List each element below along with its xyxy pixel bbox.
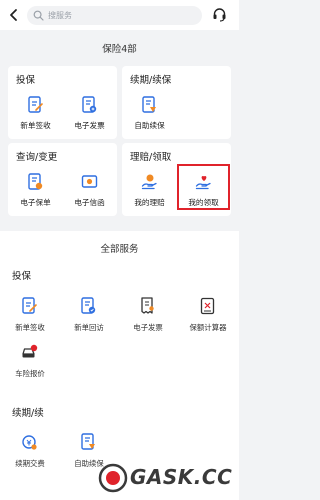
section-renew-title: 续期/续 xyxy=(12,408,44,419)
service-label: 自助续保 xyxy=(134,121,165,130)
renewal-document-icon xyxy=(142,96,156,113)
calculator-icon xyxy=(200,297,215,315)
e-policy-icon xyxy=(28,173,43,190)
invoice-icon xyxy=(82,96,97,113)
section-divider xyxy=(0,228,239,231)
service-label: 车险报价 xyxy=(15,369,45,378)
search-input[interactable]: 搜服务 xyxy=(27,6,202,25)
card-query: 查询/变更 电子保单 电子信函 xyxy=(8,143,117,216)
claim-hand-coin-icon xyxy=(141,174,157,190)
service-my-claims[interactable]: 我的理赔 xyxy=(122,173,177,213)
card-renew: 续期/续保 自助续保 xyxy=(122,66,231,139)
service-e-invoice[interactable]: 电子发票 xyxy=(120,297,176,337)
sign-document-icon xyxy=(28,96,43,113)
invoice-icon xyxy=(141,297,154,314)
service-label: 电子信函 xyxy=(74,198,105,207)
revisit-document-icon xyxy=(81,297,96,314)
card-insure-title: 投保 xyxy=(16,75,36,86)
all-services-title: 全部服务 xyxy=(100,244,139,255)
search-placeholder: 搜服务 xyxy=(48,11,72,20)
renewal-payment-icon xyxy=(22,435,37,450)
service-label: 电子发票 xyxy=(133,323,163,332)
service-car-insurance-quote[interactable]: 车险报价 xyxy=(2,343,58,383)
service-label: 新单签收 xyxy=(20,121,51,130)
service-label: 新单签收 xyxy=(15,323,45,332)
service-new-policy-sign[interactable]: 新单签收 xyxy=(2,297,58,337)
e-letter-icon xyxy=(81,175,98,188)
top-bar: 搜服务 xyxy=(0,0,239,30)
service-label: 我的理赔 xyxy=(134,198,165,207)
card-renew-title: 续期/续保 xyxy=(130,75,172,86)
section-insure-title: 投保 xyxy=(12,271,32,282)
car-quote-icon xyxy=(22,344,38,358)
watermark-logo-mark xyxy=(98,463,128,493)
department-title: 保险4部 xyxy=(102,44,137,55)
service-label: 电子保单 xyxy=(20,198,51,207)
service-renewal-payment[interactable]: 续期交费 xyxy=(2,433,58,473)
search-icon xyxy=(33,10,44,21)
service-new-policy-sign[interactable]: 新单签收 xyxy=(8,96,63,136)
back-arrow-icon[interactable] xyxy=(7,8,21,22)
service-label: 新单回访 xyxy=(74,323,104,332)
service-e-letter[interactable]: 电子信函 xyxy=(62,173,117,213)
card-query-title: 查询/变更 xyxy=(16,152,58,163)
service-e-policy[interactable]: 电子保单 xyxy=(8,173,63,213)
renewal-document-icon xyxy=(81,433,95,450)
service-label: 保额计算器 xyxy=(189,323,227,332)
service-label: 电子发票 xyxy=(74,121,105,130)
card-insure: 投保 新单签收 电子发票 xyxy=(8,66,117,139)
card-claim-title: 理赔/领取 xyxy=(130,152,172,163)
watermark-logo: GASK.CC xyxy=(98,460,236,496)
customer-service-headset-icon[interactable] xyxy=(212,7,227,22)
service-coverage-calculator[interactable]: 保额计算器 xyxy=(180,297,236,337)
service-e-invoice[interactable]: 电子发票 xyxy=(62,96,117,136)
sign-document-icon xyxy=(22,297,37,314)
service-self-renewal[interactable]: 自助续保 xyxy=(122,96,177,136)
service-label: 续期交费 xyxy=(15,459,45,468)
highlight-box xyxy=(177,164,230,210)
watermark-text: GASK.CC xyxy=(130,465,233,489)
service-new-policy-revisit[interactable]: 新单回访 xyxy=(61,297,117,337)
